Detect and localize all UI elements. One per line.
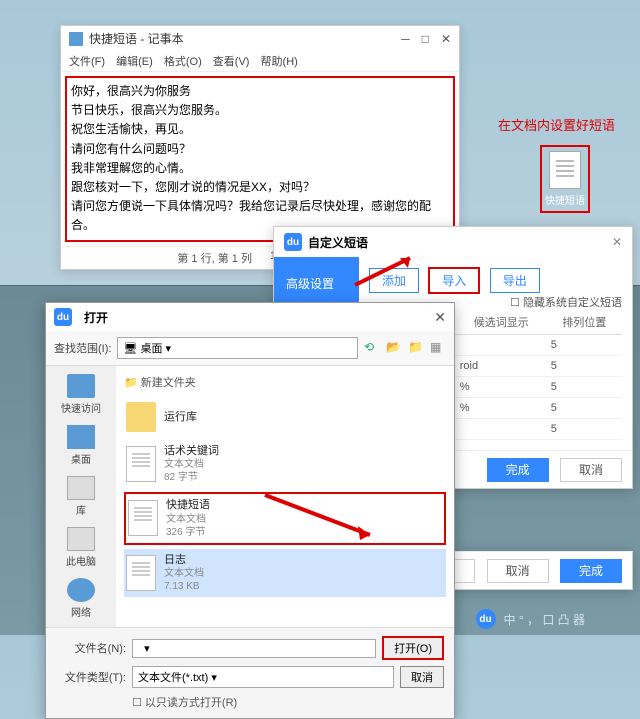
sidebar-desktop[interactable]: 桌面: [67, 425, 95, 466]
text-file-icon: [549, 151, 581, 189]
location-select[interactable]: 🖥 桌面 ▾: [117, 337, 358, 359]
desktop-file-label: 快捷短语: [544, 192, 586, 207]
notepad-textarea[interactable]: 你好，很高兴为你服务 节日快乐，很高兴为您服务。 祝您生活愉快，再见。 请问您有…: [65, 76, 455, 242]
close-button[interactable]: ✕: [612, 235, 622, 249]
open-title: 打开: [84, 309, 434, 326]
cancel-button[interactable]: 取消: [487, 559, 549, 583]
export-button[interactable]: 导出: [490, 268, 540, 293]
lookup-label: 查找范围(I):: [54, 340, 111, 356]
maximize-button[interactable]: □: [422, 32, 429, 46]
filename-input[interactable]: ▾: [132, 639, 376, 658]
ime-taskbar[interactable]: du 中 ° ， 口 凸 器: [476, 609, 585, 629]
desktop-file-icon[interactable]: 快捷短语: [540, 145, 590, 213]
open-button[interactable]: 打开(O): [382, 636, 444, 660]
text-file-icon: [126, 555, 156, 591]
up-icon[interactable]: 📂: [386, 340, 402, 356]
sidebar-item-advanced[interactable]: 高级设置: [282, 269, 351, 298]
close-button[interactable]: ✕: [441, 32, 451, 46]
menu-file[interactable]: 文件(F): [69, 56, 105, 68]
custom-title: 自定义短语: [308, 234, 612, 251]
readonly-checkbox[interactable]: ☐ 以只读方式打开(R): [132, 694, 444, 710]
sidebar-libraries[interactable]: 库: [67, 476, 95, 517]
notepad-titlebar[interactable]: 快捷短语 - 记事本 ─ □ ✕: [61, 26, 459, 51]
folder-icon: [126, 402, 156, 432]
open-nav: 查找范围(I): 🖥 桌面 ▾ ⟲ 📂 📁 ▦: [46, 331, 454, 366]
text-file-icon: [126, 446, 156, 482]
sidebar-quick[interactable]: 快速访问: [61, 374, 101, 415]
open-sidebar: 快速访问 桌面 库 此电脑 网络: [46, 366, 116, 627]
file-item-log[interactable]: 日志 文本文档 7.13 KB: [124, 549, 446, 597]
annotation-text: 在文档内设置好短语: [498, 115, 615, 134]
menu-view[interactable]: 查看(V): [213, 56, 250, 68]
view-icon[interactable]: ▦: [430, 340, 446, 356]
notepad-title: 快捷短语 - 记事本: [89, 30, 401, 47]
notepad-icon: [69, 32, 83, 46]
ok-button[interactable]: 完成: [560, 559, 622, 583]
du-icon: du: [54, 308, 72, 326]
custom-titlebar[interactable]: du 自定义短语 ✕: [274, 227, 632, 257]
file-item-keywords[interactable]: 话术关键词 文本文档 82 字节: [124, 440, 446, 488]
add-button[interactable]: 添加: [369, 268, 419, 293]
import-button[interactable]: 导入: [428, 267, 480, 294]
open-bottom: 文件名(N): ▾ 打开(O) 文件类型(T): 文本文件(*.txt) ▾ 取…: [46, 627, 454, 718]
hide-system-checkbox[interactable]: ☐ 隐藏系统自定义短语: [510, 294, 622, 310]
file-item-run[interactable]: 运行库: [124, 398, 446, 436]
status-pos: 第 1 行, 第 1 列: [177, 250, 252, 266]
sidebar-network[interactable]: 网络: [67, 578, 95, 619]
ok-button[interactable]: 完成: [487, 458, 549, 482]
col-display[interactable]: 候选词显示: [456, 310, 547, 335]
filetype-label: 文件类型(T):: [56, 669, 126, 685]
filetype-select[interactable]: 文本文件(*.txt) ▾: [132, 666, 394, 688]
text-file-icon: [128, 500, 158, 536]
close-button[interactable]: ✕: [434, 309, 446, 326]
minimize-button[interactable]: ─: [401, 32, 410, 46]
folder-label: 📁 新建文件夹: [124, 374, 446, 390]
sidebar-pc[interactable]: 此电脑: [66, 527, 96, 568]
open-file-dialog: du 打开 ✕ 查找范围(I): 🖥 桌面 ▾ ⟲ 📂 📁 ▦ 快速访问 桌面 …: [45, 302, 455, 719]
du-icon: du: [284, 233, 302, 251]
menu-edit[interactable]: 编辑(E): [116, 56, 153, 68]
newfolder-icon[interactable]: 📁: [408, 340, 424, 356]
cancel-button[interactable]: 取消: [400, 666, 444, 688]
cancel-button[interactable]: 取消: [560, 458, 622, 482]
filename-label: 文件名(N):: [56, 640, 126, 656]
file-item-phrases[interactable]: 快捷短语 文本文档 326 字节: [124, 492, 446, 544]
open-titlebar[interactable]: du 打开 ✕: [46, 303, 454, 331]
col-position[interactable]: 排列位置: [547, 310, 622, 335]
back-icon[interactable]: ⟲: [364, 340, 380, 356]
du-ime-icon[interactable]: du: [476, 609, 496, 629]
ime-status[interactable]: 中 ° ， 口 凸 器: [504, 611, 585, 628]
menu-format[interactable]: 格式(O): [164, 56, 202, 68]
file-list: 📁 新建文件夹 运行库 话术关键词 文本文档 82 字节 快捷短语 文本文档 3…: [116, 366, 454, 627]
notepad-menubar[interactable]: 文件(F) 编辑(E) 格式(O) 查看(V) 帮助(H): [61, 51, 459, 72]
menu-help[interactable]: 帮助(H): [261, 56, 298, 68]
